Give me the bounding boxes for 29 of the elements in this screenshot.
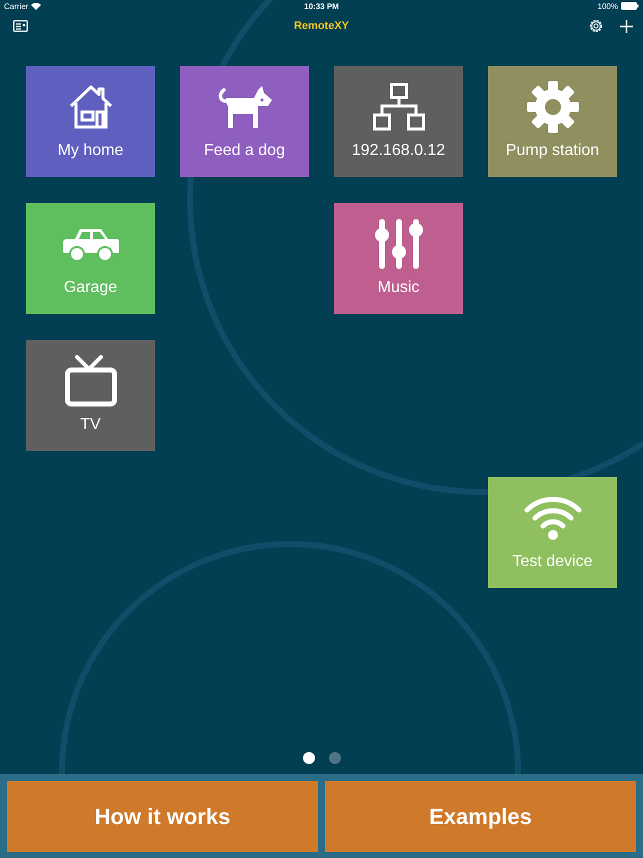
device-tile[interactable]: Pump station [488, 66, 617, 177]
dog-icon [218, 84, 272, 130]
house-icon [68, 84, 114, 130]
add-icon[interactable] [620, 20, 633, 32]
wifi-icon [524, 496, 582, 540]
device-tile[interactable]: My home [26, 66, 155, 177]
settings-icon[interactable] [588, 18, 604, 34]
car-icon [62, 227, 118, 261]
page-dot[interactable] [302, 752, 314, 764]
tv-icon [64, 355, 116, 407]
battery-icon [621, 2, 639, 10]
action-button[interactable]: How it works [7, 781, 318, 852]
device-tile[interactable]: Garage [26, 203, 155, 314]
device-tile[interactable]: Music [334, 203, 463, 314]
device-tile[interactable]: 192.168.0.12 [334, 66, 463, 177]
gear-icon [526, 81, 578, 133]
sliders-icon [374, 218, 422, 270]
carrier-label: Carrier [4, 2, 28, 10]
device-tile[interactable]: Test device [488, 477, 617, 588]
wifi-icon [31, 2, 42, 10]
device-tile[interactable]: Feed a dog [180, 66, 309, 177]
device-tile[interactable]: TV [26, 340, 155, 451]
network-icon [372, 83, 424, 131]
battery-label: 100% [598, 2, 618, 10]
action-button[interactable]: Examples [325, 781, 636, 852]
page-dot[interactable] [328, 752, 340, 764]
device-list-icon[interactable] [13, 20, 28, 32]
app-title: RemoteXY [294, 20, 350, 32]
time-label: 10:33 PM [304, 2, 339, 10]
